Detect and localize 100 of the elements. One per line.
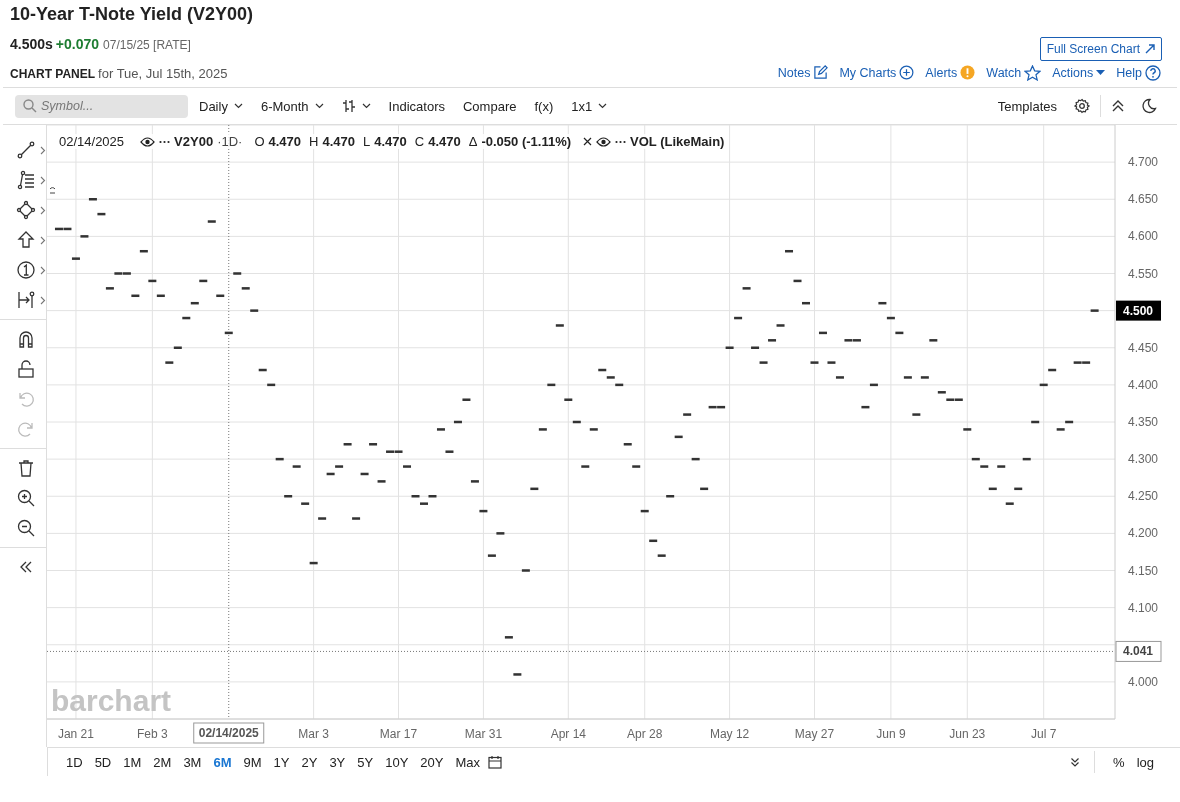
chevron-down-icon (233, 103, 243, 109)
measure-tool-icon[interactable] (16, 290, 36, 310)
range-button[interactable]: 3M (179, 752, 206, 772)
range-button[interactable]: 1Y (269, 752, 294, 772)
zoom-out-tool-icon[interactable] (16, 518, 36, 538)
y-axis-label: 4.250 (1128, 489, 1159, 504)
trash-tool-icon[interactable] (16, 458, 36, 478)
ohlc-label: H (309, 134, 319, 149)
legend-symbol: V2Y00 (174, 134, 214, 149)
settings-icon[interactable] (1074, 98, 1090, 114)
price-point (674, 435, 683, 439)
price-point (487, 554, 496, 557)
header-link[interactable]: My Charts (839, 64, 915, 81)
templates-button[interactable]: Templates (988, 94, 1066, 118)
header-link[interactable]: Alerts (925, 64, 976, 81)
header-link[interactable]: Help (1116, 64, 1161, 81)
header-link[interactable]: Actions (1052, 64, 1106, 81)
add-icon (899, 65, 915, 80)
edit-icon (813, 65, 829, 80)
panel-date: for Tue, Jul 15th, 2025 (98, 65, 228, 81)
price-point (250, 309, 259, 312)
chevron-right-icon[interactable] (40, 205, 46, 215)
toolbar-button[interactable]: f(x) (525, 94, 563, 118)
close-icon[interactable] (583, 137, 593, 146)
price-point (988, 487, 997, 491)
price-point (878, 301, 887, 305)
ohlc-value: 4.470 (322, 134, 355, 149)
scale-button[interactable]: % (1109, 752, 1129, 772)
range-button[interactable]: 9M (239, 752, 266, 772)
range-button[interactable]: Max (451, 752, 485, 772)
full-screen-button[interactable]: Full Screen Chart (1039, 37, 1162, 61)
zoom-in-tool-icon[interactable] (16, 488, 36, 508)
moon-icon[interactable] (1141, 98, 1157, 114)
toolbar-button[interactable]: Compare (454, 94, 526, 118)
range-button[interactable]: 20Y (416, 752, 448, 772)
line-tool-icon[interactable] (16, 140, 36, 160)
legend-interval: ·1D· (217, 134, 243, 149)
header-link[interactable]: Notes (777, 64, 829, 81)
price-point (496, 532, 505, 535)
ohlc-value: 4.470 (374, 134, 407, 149)
range-button[interactable]: 1M (119, 752, 146, 772)
price-point (1090, 309, 1099, 312)
ohlc-bars-icon (341, 99, 356, 113)
range-button[interactable]: 3Y (325, 752, 350, 772)
price-point (1056, 428, 1065, 431)
range-button[interactable]: 10Y (381, 752, 413, 772)
range-button[interactable]: 5Y (353, 752, 378, 772)
range-button[interactable]: 2M (149, 752, 176, 772)
price-point (292, 465, 301, 468)
toolbar-menu[interactable]: 1x1 (562, 94, 617, 118)
price-point (1048, 368, 1057, 372)
chevron-right-icon[interactable] (40, 265, 46, 275)
price-point (369, 443, 378, 446)
toolbar-button[interactable]: Indicators (379, 94, 454, 118)
price-point (436, 428, 445, 431)
toolbar-menu[interactable]: 6-Month (251, 94, 333, 118)
double-chevron-down-icon[interactable] (1070, 757, 1081, 767)
price-point (691, 457, 700, 461)
arrow-tool-icon[interactable] (16, 230, 36, 250)
magnet-tool-icon[interactable] (16, 329, 36, 349)
range-button[interactable]: 6M (209, 752, 236, 772)
price-point (751, 346, 760, 349)
price-point (819, 331, 827, 335)
crosshair-date-tag: 02/14/2025 (193, 722, 265, 744)
price-point (1005, 502, 1014, 505)
price-point (224, 331, 233, 335)
alert-icon (960, 65, 976, 80)
fib-tool-icon[interactable] (16, 170, 36, 190)
y-axis-label: 4.150 (1128, 563, 1159, 578)
header-link[interactable]: Watch (986, 64, 1042, 81)
y-axis-label: 4.350 (1128, 415, 1159, 429)
price-point (793, 279, 802, 283)
range-button[interactable]: 2Y (297, 752, 322, 772)
chevron-right-icon[interactable] (40, 145, 46, 155)
lock-tool-icon[interactable] (16, 359, 36, 379)
quote-date: 07/15/25 [RATE] (103, 38, 191, 52)
chevron-right-icon[interactable] (40, 295, 46, 305)
price-point (623, 443, 632, 446)
price-point (683, 413, 692, 416)
double-chevron-up-icon[interactable] (1111, 99, 1125, 113)
more-icon[interactable] (615, 139, 627, 144)
toolbar-menu[interactable]: Daily (190, 94, 252, 118)
calendar-icon[interactable] (488, 755, 503, 769)
price-point (632, 465, 641, 468)
range-button[interactable]: 5D (90, 752, 116, 772)
chevron-right-icon[interactable] (40, 175, 46, 185)
number-tool-icon[interactable] (16, 260, 36, 280)
price-point (479, 509, 488, 513)
shape-tool-icon[interactable] (16, 200, 36, 220)
price-point (606, 376, 615, 379)
scale-button[interactable]: log (1132, 752, 1158, 772)
eye-icon[interactable] (140, 136, 156, 147)
price-point (929, 339, 938, 342)
price-point (105, 287, 114, 290)
chevron-right-icon[interactable] (40, 235, 46, 245)
symbol-search-field[interactable]: Symbol... (15, 94, 188, 118)
range-button[interactable]: 1D (62, 752, 87, 772)
more-icon[interactable] (159, 139, 171, 144)
eye-icon[interactable] (596, 136, 612, 147)
x-axis-label: Jan 21 (57, 727, 94, 741)
